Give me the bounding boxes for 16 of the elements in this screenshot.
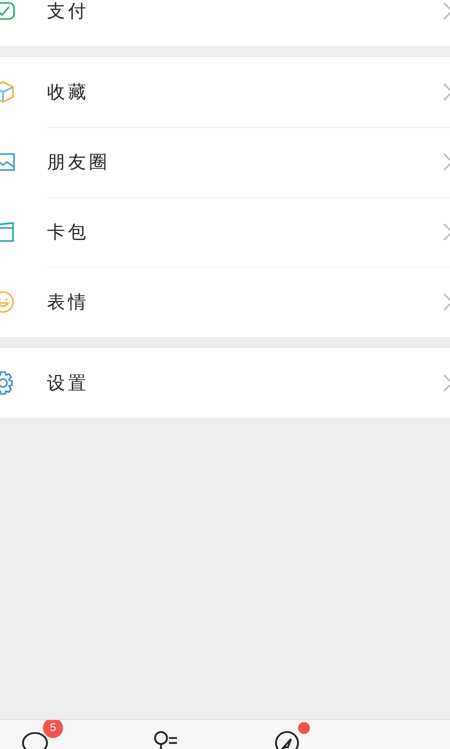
- menu-item-label: 表情: [47, 291, 90, 314]
- menu-item[interactable]: 设置: [0, 348, 450, 418]
- menu-item[interactable]: 支付: [0, 0, 450, 46]
- compass-icon: [273, 730, 301, 749]
- menu-item[interactable]: 朋友圈: [0, 127, 450, 197]
- menu-item-label: 卡包: [47, 221, 90, 244]
- menu-item-label: 朋友圈: [47, 151, 111, 174]
- chat-bubble-icon: [21, 730, 49, 749]
- menu-item-label: 设置: [47, 372, 90, 395]
- contacts-icon: [151, 730, 179, 749]
- menu-item[interactable]: 卡包: [0, 197, 450, 267]
- menu-item[interactable]: 收藏: [0, 57, 450, 127]
- menu-item-label: 支付: [47, 0, 90, 23]
- unread-badge: 5: [43, 720, 63, 738]
- menu-item-label: 收藏: [47, 81, 90, 104]
- menu-item[interactable]: 表情: [0, 267, 450, 337]
